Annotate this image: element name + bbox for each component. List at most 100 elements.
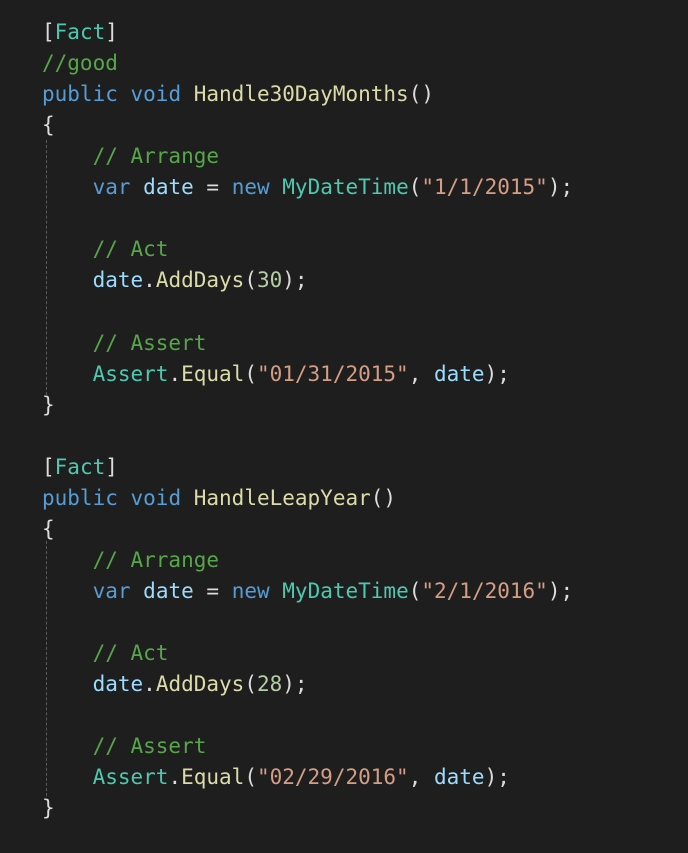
code-token-plain: ); xyxy=(282,672,308,697)
code-line[interactable]: } xyxy=(42,793,55,824)
code-token-comment: // Act xyxy=(92,237,169,262)
code-token-string: "01/31/2015" xyxy=(256,361,409,386)
code-token-string: "02/29/2016" xyxy=(256,765,409,790)
code-token-plain: [ xyxy=(42,454,55,479)
code-line[interactable]: Assert.Equal("01/31/2015", date); xyxy=(42,359,510,390)
code-token-comment: // Act xyxy=(92,641,169,665)
code-token-plain: . xyxy=(143,268,156,293)
code-token-type: Fact xyxy=(54,454,106,479)
code-token-method: AddDays xyxy=(155,672,245,697)
code-line[interactable]: Assert.Equal("02/29/2016", date); xyxy=(42,762,510,793)
code-token-comment: // Assert xyxy=(92,330,207,355)
code-token-plain: } xyxy=(42,392,55,417)
code-token-comment: // Arrange xyxy=(92,547,220,572)
code-line[interactable]: // Arrange xyxy=(42,141,219,172)
code-token-string: "2/1/2016" xyxy=(421,578,548,603)
code-token-var: date xyxy=(433,361,485,386)
code-token-plain: ); xyxy=(484,361,510,386)
code-line[interactable]: [Fact] xyxy=(42,17,118,48)
code-token-plain: ( xyxy=(244,361,257,386)
code-token-method: Equal xyxy=(181,361,245,386)
code-line[interactable]: //good xyxy=(42,48,118,79)
code-token-plain: . xyxy=(168,361,182,386)
code-line[interactable]: public void HandleLeapYear() xyxy=(42,483,396,514)
code-token-plain: ( xyxy=(244,672,257,697)
code-line[interactable]: // Act xyxy=(42,234,169,265)
code-token-var: date xyxy=(92,672,144,697)
code-token-plain: } xyxy=(42,796,55,821)
code-line[interactable]: { xyxy=(42,110,55,141)
code-line[interactable]: // Arrange xyxy=(42,545,219,576)
code-token-plain: () xyxy=(370,485,397,510)
code-token-comment: // Arrange xyxy=(92,144,220,169)
code-line[interactable]: var date = new MyDateTime("1/1/2015"); xyxy=(42,172,574,203)
code-token-number: 30 xyxy=(256,268,283,293)
code-token-keyword: new xyxy=(231,578,270,603)
code-token-plain: { xyxy=(42,516,55,541)
code-token-plain: { xyxy=(42,113,55,138)
code-token-method: Handle30DayMonths xyxy=(193,82,409,107)
code-token-plain: ( xyxy=(244,765,257,790)
code-token-plain: . xyxy=(168,765,182,790)
code-line[interactable]: { xyxy=(42,514,55,545)
code-token-plain: = xyxy=(193,578,232,603)
code-token-plain: ); xyxy=(547,175,574,200)
code-token-number: 28 xyxy=(256,672,283,697)
code-token-keyword: new xyxy=(231,175,270,200)
code-token-method: Equal xyxy=(181,765,245,790)
code-token-keyword: var xyxy=(92,175,131,200)
code-token-keyword: void xyxy=(130,82,182,107)
code-token-plain: ( xyxy=(408,175,422,200)
code-line[interactable]: date.AddDays(28); xyxy=(42,669,308,700)
code-token-keyword: public xyxy=(42,82,118,107)
code-token-type: MyDateTime xyxy=(282,175,409,200)
code-token-plain: ); xyxy=(547,578,574,603)
code-line[interactable]: [Fact] xyxy=(42,452,118,483)
code-token-type: MyDateTime xyxy=(282,578,409,603)
code-token-plain: [ xyxy=(42,20,55,44)
code-token-method: HandleLeapYear xyxy=(193,485,371,510)
code-token-plain: ] xyxy=(105,20,118,44)
code-line[interactable]: } xyxy=(42,390,55,421)
code-token-keyword: var xyxy=(92,578,131,603)
code-token-plain: , xyxy=(408,361,434,386)
code-line[interactable]: // Act xyxy=(42,638,169,669)
code-token-plain: = xyxy=(193,175,232,200)
code-token-plain: ( xyxy=(408,578,422,603)
code-token-var: date xyxy=(433,765,485,790)
code-token-var: date xyxy=(143,175,194,200)
code-line[interactable]: // Assert xyxy=(42,731,207,762)
code-editor[interactable]: [Fact]//good public void Handle30DayMonth… xyxy=(0,0,688,853)
code-token-type: Assert xyxy=(92,765,169,790)
code-token-plain: ); xyxy=(484,765,510,790)
code-token-plain: () xyxy=(408,82,434,107)
code-line[interactable]: var date = new MyDateTime("2/1/2016"); xyxy=(42,576,574,607)
code-token-plain: ); xyxy=(282,268,308,293)
code-token-type: Fact xyxy=(54,20,106,44)
code-token-method: AddDays xyxy=(155,268,245,293)
code-token-string: "1/1/2015" xyxy=(421,175,548,200)
code-token-var: date xyxy=(92,268,144,293)
code-token-plain: ] xyxy=(105,454,118,479)
code-line[interactable]: public void Handle30DayMonths() xyxy=(42,79,434,110)
code-token-plain: . xyxy=(143,672,156,697)
code-token-var: date xyxy=(143,578,194,603)
code-token-plain: ( xyxy=(244,268,257,293)
code-line[interactable]: date.AddDays(30); xyxy=(42,265,308,296)
code-token-comment: // Assert xyxy=(92,734,207,759)
code-line[interactable]: // Assert xyxy=(42,328,207,359)
code-token-comment: //good xyxy=(42,51,118,76)
